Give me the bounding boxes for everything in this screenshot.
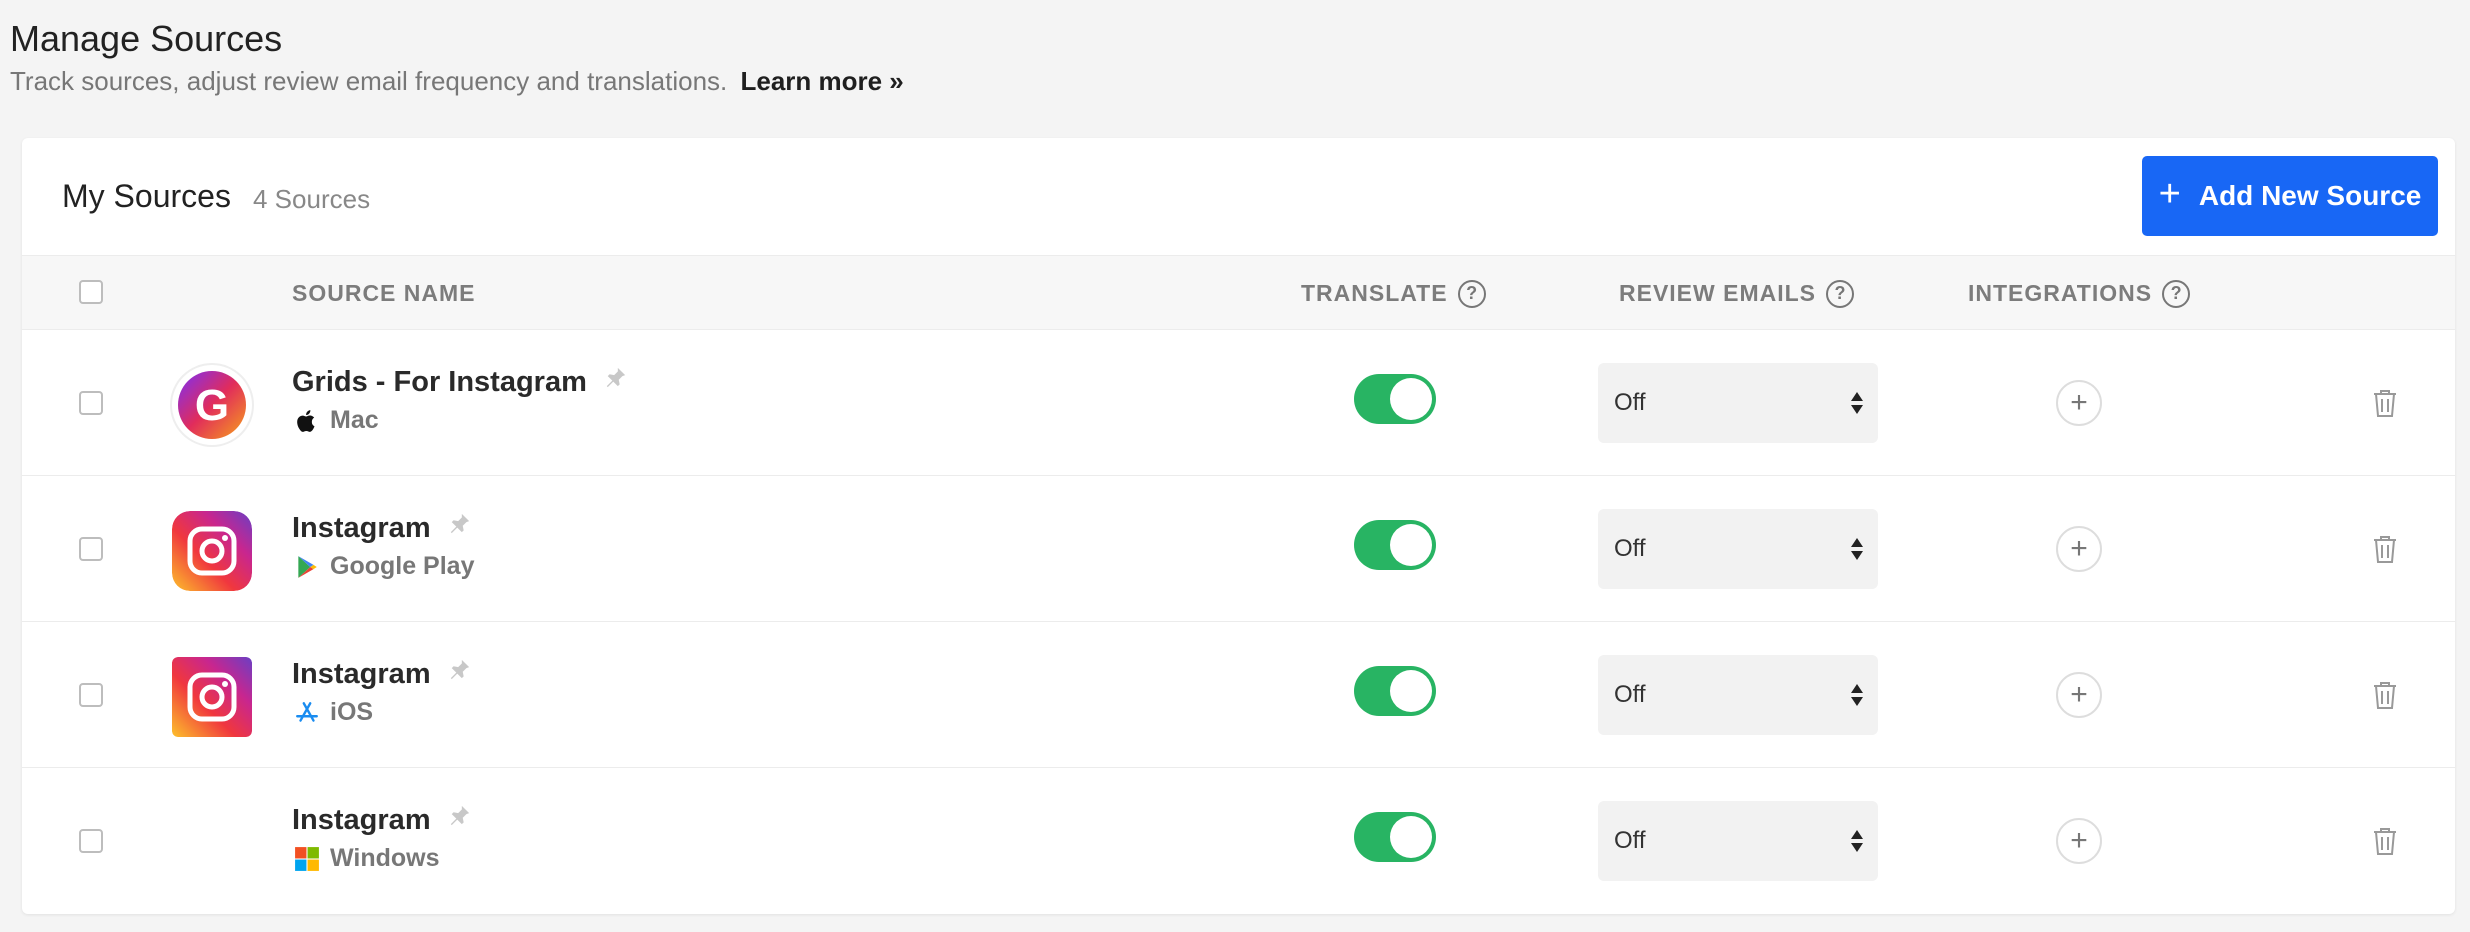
add-integration-button[interactable]: + bbox=[2056, 526, 2102, 572]
source-name-text: Instagram bbox=[292, 658, 431, 690]
row-checkbox[interactable] bbox=[79, 537, 103, 561]
instagram-icon bbox=[172, 511, 252, 591]
select-arrows-icon bbox=[1851, 538, 1863, 560]
add-integration-button[interactable]: + bbox=[2056, 380, 2102, 426]
translate-label: TRANSLATE bbox=[1301, 280, 1448, 306]
table-row: Instagram iOS Off + bbox=[22, 622, 2455, 768]
platform-label: iOS bbox=[330, 698, 374, 726]
trash-icon[interactable] bbox=[2372, 534, 2398, 564]
page-title: Manage Sources bbox=[10, 18, 283, 59]
platform: Windows bbox=[294, 844, 440, 873]
column-header-review-emails: REVIEW EMAILS ? bbox=[1619, 256, 1855, 331]
add-integration-button[interactable]: + bbox=[2056, 672, 2102, 718]
trash-icon[interactable] bbox=[2372, 388, 2398, 418]
apple-icon bbox=[297, 409, 315, 432]
pin-icon[interactable] bbox=[605, 366, 627, 388]
pin-icon[interactable] bbox=[449, 658, 471, 680]
pin-icon[interactable] bbox=[449, 804, 471, 826]
source-name-text: Grids - For Instagram bbox=[292, 366, 587, 398]
translate-toggle[interactable] bbox=[1354, 812, 1436, 862]
source-name-text: Instagram bbox=[292, 804, 431, 836]
source-name: Grids - For Instagram bbox=[292, 366, 627, 399]
table-row: Instagram Windows Off + bbox=[22, 768, 2455, 914]
translate-toggle[interactable] bbox=[1354, 520, 1436, 570]
windows-icon bbox=[295, 846, 319, 871]
row-checkbox[interactable] bbox=[79, 829, 103, 853]
platform: Mac bbox=[294, 406, 379, 435]
column-header-source-name: SOURCE NAME bbox=[292, 256, 476, 331]
select-arrows-icon bbox=[1851, 392, 1863, 414]
trash-icon[interactable] bbox=[2372, 680, 2398, 710]
review-emails-value: Off bbox=[1614, 827, 1646, 854]
translate-toggle[interactable] bbox=[1354, 666, 1436, 716]
integrations-help-icon[interactable]: ? bbox=[2162, 279, 2191, 308]
platform-label: Google Play bbox=[330, 552, 475, 580]
learn-more-link[interactable]: Learn more » bbox=[740, 66, 903, 96]
plus-icon: + bbox=[2158, 173, 2181, 215]
sources-card: My Sources 4 Sources + Add New Source SO… bbox=[22, 138, 2455, 914]
platform: Google Play bbox=[294, 552, 474, 581]
source-name-label: SOURCE NAME bbox=[292, 280, 476, 306]
review-emails-label: REVIEW EMAILS bbox=[1619, 280, 1817, 306]
review-emails-help-icon[interactable]: ? bbox=[1826, 279, 1855, 308]
app-store-icon bbox=[296, 701, 318, 722]
source-name-text: Instagram bbox=[292, 512, 431, 544]
row-checkbox[interactable] bbox=[79, 683, 103, 707]
translate-toggle[interactable] bbox=[1354, 374, 1436, 424]
review-emails-value: Off bbox=[1614, 389, 1646, 416]
platform-label: Mac bbox=[330, 406, 379, 434]
source-name: Instagram bbox=[292, 512, 471, 545]
review-emails-select[interactable]: Off bbox=[1598, 363, 1878, 443]
translate-help-icon[interactable]: ? bbox=[1457, 279, 1486, 308]
table-row: Instagram Google Play Off + bbox=[22, 476, 2455, 622]
column-header-translate: TRANSLATE ? bbox=[1301, 256, 1486, 331]
review-emails-value: Off bbox=[1614, 681, 1646, 708]
review-emails-select[interactable]: Off bbox=[1598, 801, 1878, 881]
review-emails-select[interactable]: Off bbox=[1598, 509, 1878, 589]
select-arrows-icon bbox=[1851, 684, 1863, 706]
card-title: My Sources bbox=[62, 178, 231, 214]
integrations-label: INTEGRATIONS bbox=[1968, 280, 2153, 306]
instagram-icon bbox=[172, 657, 252, 737]
column-header-integrations: INTEGRATIONS ? bbox=[1968, 256, 2191, 331]
svg-text:G: G bbox=[195, 381, 229, 430]
page-header: Manage Sources Track sources, adjust rev… bbox=[10, 16, 904, 97]
select-all-checkbox[interactable] bbox=[79, 280, 103, 304]
add-new-source-label: Add New Source bbox=[2198, 180, 2422, 211]
source-name: Instagram bbox=[292, 658, 471, 691]
review-emails-value: Off bbox=[1614, 535, 1646, 562]
platform: iOS bbox=[294, 698, 373, 727]
table-header: SOURCE NAME TRANSLATE ? REVIEW EMAILS ? … bbox=[22, 255, 2455, 330]
trash-icon[interactable] bbox=[2372, 826, 2398, 856]
source-name: Instagram bbox=[292, 804, 471, 837]
google-play-icon bbox=[298, 555, 317, 578]
subtitle-text: Track sources, adjust review email frequ… bbox=[10, 66, 728, 96]
row-checkbox[interactable] bbox=[79, 391, 103, 415]
review-emails-select[interactable]: Off bbox=[1598, 655, 1878, 735]
grids-icon: G bbox=[172, 365, 252, 445]
pin-icon[interactable] bbox=[449, 512, 471, 534]
card-header: My Sources 4 Sources + Add New Source bbox=[22, 138, 2455, 255]
source-count: 4 Sources bbox=[253, 184, 371, 214]
select-arrows-icon bbox=[1851, 830, 1863, 852]
page-subtitle: Track sources, adjust review email frequ… bbox=[10, 66, 904, 97]
add-new-source-button[interactable]: + Add New Source bbox=[2142, 156, 2438, 236]
add-integration-button[interactable]: + bbox=[2056, 818, 2102, 864]
platform-label: Windows bbox=[330, 844, 440, 872]
table-row: G Grids - For Instagram Mac Off + bbox=[22, 330, 2455, 476]
